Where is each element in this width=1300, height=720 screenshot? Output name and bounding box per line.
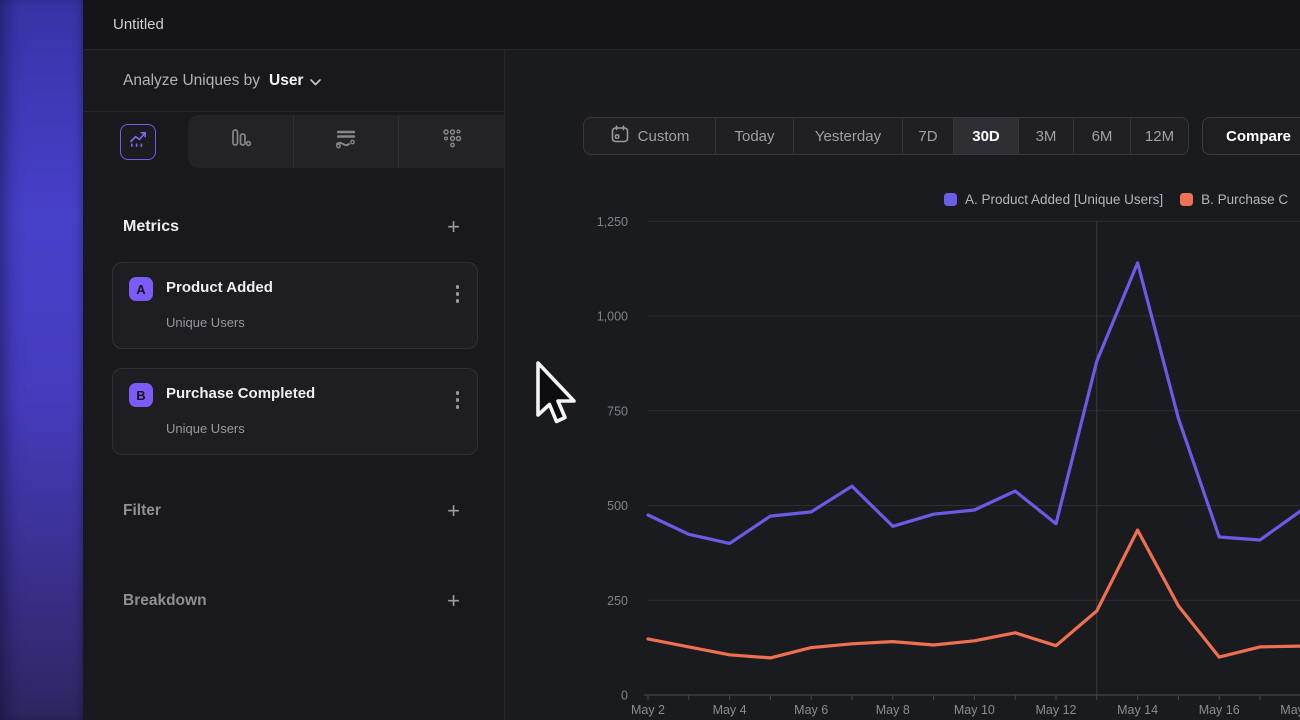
tab-bar-chart[interactable] xyxy=(188,115,293,168)
range-yesterday-button[interactable]: Yesterday xyxy=(793,118,902,154)
filter-title: Filter xyxy=(123,502,161,520)
date-range-segmented-control: Custom Today Yesterday 7D 30D 3M 6M 12M xyxy=(583,117,1189,155)
analyze-row: Analyze Uniques by User xyxy=(83,50,504,112)
metrics-title: Metrics xyxy=(123,218,179,236)
metric-subtitle[interactable]: Unique Users xyxy=(166,315,245,330)
add-filter-button[interactable]: + xyxy=(447,501,460,521)
report-title[interactable]: Untitled xyxy=(113,0,164,50)
mouse-cursor xyxy=(535,361,581,434)
metrics-section-header: Metrics + xyxy=(83,212,504,242)
chart-type-tabs xyxy=(83,112,504,170)
legend-label: B. Purchase C xyxy=(1201,192,1288,207)
metric-title: Purchase Completed xyxy=(166,385,315,402)
legend-swatch-purple xyxy=(944,193,957,206)
tab-retention-grid[interactable] xyxy=(398,115,504,168)
app-window: Untitled Analyze Uniques by User xyxy=(83,0,1300,720)
range-30d-button[interactable]: 30D xyxy=(953,118,1018,154)
flow-chart-icon xyxy=(333,127,359,156)
tab-line-chart[interactable] xyxy=(120,124,156,160)
calendar-icon xyxy=(610,124,630,148)
chevron-down-icon[interactable] xyxy=(310,73,321,91)
metric-card-a[interactable]: A Product Added Unique Users xyxy=(112,262,478,349)
metric-title: Product Added xyxy=(166,279,273,296)
chart-type-tab-strip xyxy=(188,115,504,168)
legend-swatch-orange xyxy=(1180,193,1193,206)
sidebar: Analyze Uniques by User xyxy=(83,50,505,720)
app-header: Untitled xyxy=(83,0,1300,50)
metric-card-b[interactable]: B Purchase Completed Unique Users xyxy=(112,368,478,455)
legend-label: A. Product Added [Unique Users] xyxy=(965,192,1163,207)
range-12m-button[interactable]: 12M xyxy=(1130,118,1188,154)
range-6m-button[interactable]: 6M xyxy=(1073,118,1130,154)
compare-button[interactable]: Compare xyxy=(1202,117,1300,155)
grid-dots-icon xyxy=(440,127,464,156)
range-label: Custom xyxy=(638,128,690,145)
metric-badge-b: B xyxy=(129,383,153,407)
range-today-button[interactable]: Today xyxy=(715,118,793,154)
analyze-label: Analyze Uniques by xyxy=(123,72,260,90)
metric-badge-a: A xyxy=(129,277,153,301)
screen: Untitled Analyze Uniques by User xyxy=(0,0,1300,720)
main-area: Custom Today Yesterday 7D 30D 3M 6M 12M … xyxy=(505,50,1300,720)
add-metric-button[interactable]: + xyxy=(447,217,460,237)
background-gradient-strip xyxy=(0,0,83,720)
add-breakdown-button[interactable]: + xyxy=(447,591,460,611)
tab-flow-chart[interactable] xyxy=(293,115,399,168)
range-7d-button[interactable]: 7D xyxy=(902,118,953,154)
metric-menu-button[interactable] xyxy=(456,391,460,409)
legend-item-a[interactable]: A. Product Added [Unique Users] xyxy=(944,192,1163,207)
range-custom-button[interactable]: Custom xyxy=(584,118,715,154)
metric-subtitle[interactable]: Unique Users xyxy=(166,421,245,436)
metric-menu-button[interactable] xyxy=(456,285,460,303)
range-3m-button[interactable]: 3M xyxy=(1018,118,1073,154)
filter-section-header: Filter + xyxy=(83,496,504,526)
bar-chart-icon xyxy=(227,127,253,156)
analyze-entity-dropdown[interactable]: User xyxy=(269,72,303,90)
breakdown-section-header: Breakdown + xyxy=(83,586,504,616)
chart-legend: A. Product Added [Unique Users] B. Purch… xyxy=(944,192,1288,207)
line-chart-icon xyxy=(128,129,149,155)
legend-item-b[interactable]: B. Purchase C xyxy=(1180,192,1288,207)
breakdown-title: Breakdown xyxy=(123,592,207,610)
